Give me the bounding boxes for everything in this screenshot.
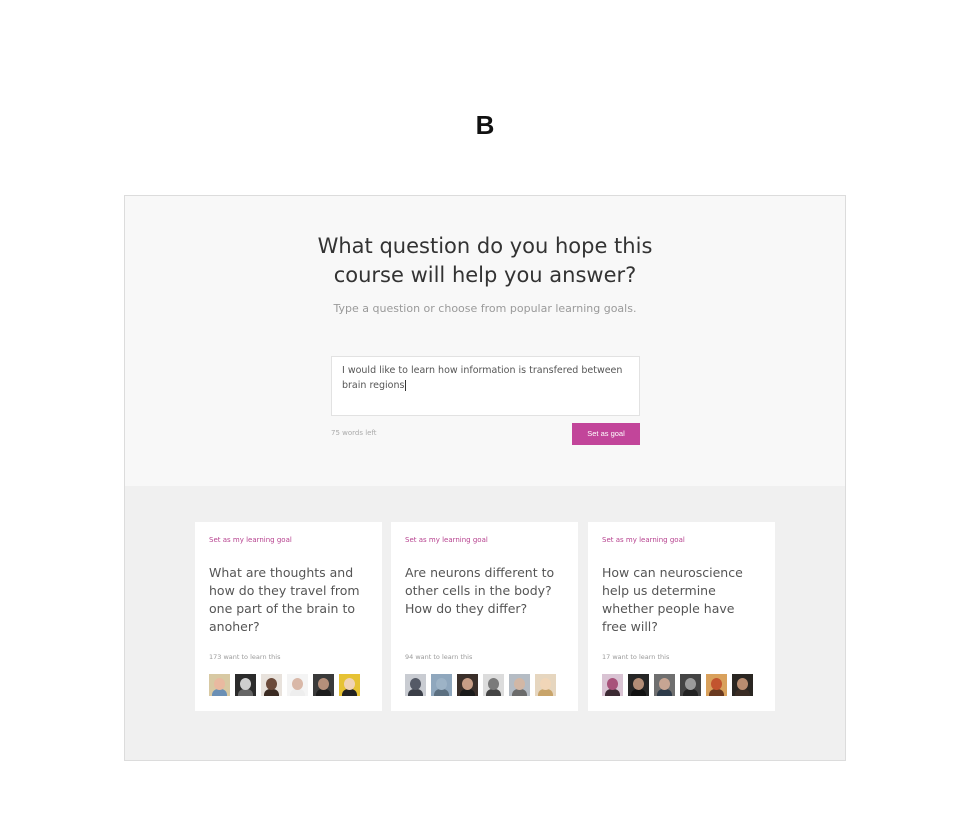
page-subtitle: Type a question or choose from popular l… bbox=[333, 302, 637, 315]
avatar-body bbox=[538, 689, 553, 696]
set-as-goal-button[interactable]: Set as goal bbox=[572, 423, 640, 445]
avatar-face bbox=[318, 678, 329, 690]
avatar-body bbox=[735, 689, 750, 696]
avatar-face bbox=[711, 678, 722, 690]
avatar-body bbox=[408, 689, 423, 696]
goal-input-line-1: I would like to learn how information is… bbox=[342, 365, 623, 376]
avatar bbox=[732, 674, 753, 696]
card-question: What are thoughts and how do they travel… bbox=[209, 565, 360, 634]
learner-count: 17 want to learn this bbox=[602, 653, 670, 661]
avatar-face bbox=[633, 678, 644, 690]
avatar bbox=[313, 674, 334, 696]
avatar-face bbox=[266, 678, 277, 690]
avatar bbox=[706, 674, 727, 696]
learner-avatars bbox=[209, 674, 360, 696]
avatar-body bbox=[212, 689, 227, 696]
avatar bbox=[509, 674, 530, 696]
avatar-body bbox=[460, 689, 475, 696]
avatar-face bbox=[488, 678, 499, 690]
goal-input-line-2: brain regions bbox=[342, 380, 405, 391]
avatar-body bbox=[264, 689, 279, 696]
page-title-line-1: What question do you hope this bbox=[317, 234, 653, 258]
avatar bbox=[602, 674, 623, 696]
goal-card[interactable]: Set as my learning goal What are thought… bbox=[195, 522, 382, 711]
course-goal-screen: What question do you hope this course wi… bbox=[124, 195, 846, 761]
avatar bbox=[261, 674, 282, 696]
avatar bbox=[680, 674, 701, 696]
goal-card[interactable]: Set as my learning goal Are neurons diff… bbox=[391, 522, 578, 711]
goal-card[interactable]: Set as my learning goal How can neurosci… bbox=[588, 522, 775, 711]
figure-panel-label: B bbox=[475, 110, 495, 140]
avatar bbox=[535, 674, 556, 696]
avatar bbox=[431, 674, 452, 696]
avatar-body bbox=[683, 689, 698, 696]
avatar-body bbox=[290, 689, 305, 696]
avatar-face bbox=[410, 678, 421, 690]
text-caret bbox=[405, 380, 407, 391]
words-left-counter: 75 words left bbox=[331, 429, 377, 437]
goal-entry-section: What question do you hope this course wi… bbox=[125, 196, 845, 486]
avatar-body bbox=[512, 689, 527, 696]
avatar-body bbox=[605, 689, 620, 696]
avatar-face bbox=[344, 678, 355, 690]
avatar-face bbox=[685, 678, 696, 690]
avatar bbox=[235, 674, 256, 696]
avatar-face bbox=[514, 678, 525, 690]
avatar-face bbox=[737, 678, 748, 690]
avatar-face bbox=[659, 678, 670, 690]
avatar-body bbox=[316, 689, 331, 696]
avatar-face bbox=[436, 678, 447, 690]
avatar bbox=[457, 674, 478, 696]
avatar-face bbox=[540, 678, 551, 690]
avatar-body bbox=[657, 689, 672, 696]
avatar-body bbox=[342, 689, 357, 696]
avatar-face bbox=[292, 678, 303, 690]
set-learning-goal-link[interactable]: Set as my learning goal bbox=[602, 536, 685, 544]
avatar-face bbox=[240, 678, 251, 690]
page-title: What question do you hope this course wi… bbox=[125, 232, 845, 290]
page-title-line-2: course will help you answer? bbox=[333, 263, 637, 287]
avatar-face bbox=[607, 678, 618, 690]
learner-avatars bbox=[405, 674, 556, 696]
avatar bbox=[405, 674, 426, 696]
avatar-body bbox=[631, 689, 646, 696]
avatar-body bbox=[486, 689, 501, 696]
avatar-face bbox=[214, 678, 225, 690]
avatar-face bbox=[462, 678, 473, 690]
learner-avatars bbox=[602, 674, 753, 696]
avatar bbox=[483, 674, 504, 696]
avatar bbox=[287, 674, 308, 696]
card-question: How can neuroscience help us determine w… bbox=[602, 565, 743, 634]
avatar bbox=[209, 674, 230, 696]
learner-count: 173 want to learn this bbox=[209, 653, 281, 661]
avatar-body bbox=[434, 689, 449, 696]
avatar bbox=[628, 674, 649, 696]
avatar-body bbox=[709, 689, 724, 696]
card-question: Are neurons different to other cells in … bbox=[405, 565, 555, 616]
learner-count: 94 want to learn this bbox=[405, 653, 473, 661]
avatar-body bbox=[238, 689, 253, 696]
goal-question-input[interactable]: I would like to learn how information is… bbox=[331, 356, 640, 416]
avatar bbox=[339, 674, 360, 696]
set-learning-goal-link[interactable]: Set as my learning goal bbox=[209, 536, 292, 544]
avatar bbox=[654, 674, 675, 696]
set-learning-goal-link[interactable]: Set as my learning goal bbox=[405, 536, 488, 544]
